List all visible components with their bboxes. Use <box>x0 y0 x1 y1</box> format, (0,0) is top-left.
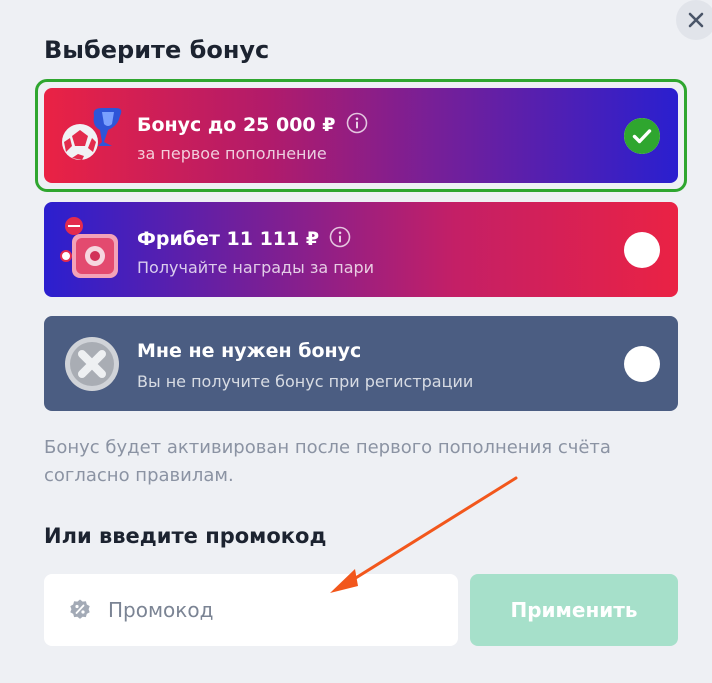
bonus-title: Мне не нужен бонус <box>137 340 362 362</box>
info-icon[interactable] <box>329 226 351 248</box>
bonus-subtitle: Вы не получите бонус при регистрации <box>137 372 474 391</box>
bonus-subtitle: за первое пополнение <box>137 144 327 163</box>
radio-unselected[interactable] <box>624 232 660 268</box>
bonus-card-freebet[interactable]: Фрибет 11 111 ₽ Получайте награды за пар… <box>44 202 678 297</box>
check-icon <box>624 118 660 154</box>
radio-selected[interactable] <box>624 118 660 154</box>
info-icon[interactable] <box>346 112 368 134</box>
bonus-title: Бонус до 25 000 ₽ <box>137 112 368 136</box>
promo-heading: Или введите промокод <box>44 524 327 548</box>
close-icon <box>688 12 704 28</box>
bonus-subtitle: Получайте награды за пари <box>137 258 375 277</box>
bonus-card-deposit[interactable]: Бонус до 25 000 ₽ за первое пополнение <box>44 88 678 183</box>
modal-title: Выберите бонус <box>44 36 270 64</box>
close-button[interactable] <box>676 0 712 40</box>
soccer-trophy-icon <box>62 108 122 160</box>
promo-input[interactable] <box>106 597 430 623</box>
gift-safe-icon <box>60 217 118 278</box>
radio-unselected[interactable] <box>624 346 660 382</box>
bonus-card-none[interactable]: Мне не нужен бонус Вы не получите бонус … <box>44 316 678 411</box>
no-bonus-x-icon <box>65 337 119 391</box>
bonus-title: Фрибет 11 111 ₽ <box>137 226 351 250</box>
bonus-note: Бонус будет активирован после первого по… <box>44 437 611 486</box>
percent-badge-icon <box>70 599 90 619</box>
promo-field[interactable] <box>44 574 458 646</box>
apply-button[interactable]: Применить <box>470 574 678 646</box>
